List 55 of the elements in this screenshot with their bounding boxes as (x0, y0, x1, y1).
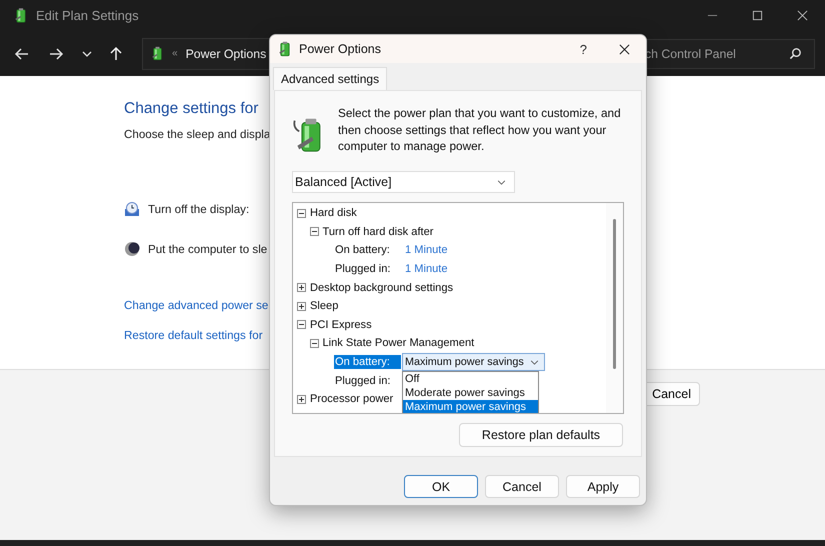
battery-plug-icon (278, 40, 292, 58)
tree-item[interactable]: Link State Power Management (322, 336, 476, 350)
breadcrumb-item[interactable]: Power Options (186, 46, 266, 60)
dialog-button[interactable]: OK (404, 475, 478, 498)
monitor-clock-icon (124, 201, 140, 217)
dropdown-option[interactable]: Moderate power savings (403, 386, 538, 400)
help-button[interactable]: ? (576, 42, 591, 56)
collapse-icon[interactable] (297, 208, 306, 218)
chevron-down-icon (530, 360, 539, 365)
expand-icon[interactable] (297, 283, 306, 292)
dropdown-option[interactable]: Maximum power savings (403, 400, 538, 413)
plan-dropdown[interactable]: Balanced [Active] (292, 171, 515, 193)
window-title: Edit Plan Settings (36, 8, 139, 23)
instruction-text: Select the power plan that you want to customize, and then choose settings that reflect how you want your computer to manage power. (338, 105, 622, 155)
setting-label: Put the computer to sle (148, 242, 268, 256)
page-subtitle: Choose the sleep and displa (124, 128, 270, 141)
up-arrow-icon[interactable] (108, 46, 124, 62)
tree-item[interactable]: Hard disk (309, 206, 358, 220)
tab[interactable]: Advanced settings (273, 67, 388, 90)
scrollbar[interactable] (606, 203, 623, 413)
setting-label: Turn off the display: (148, 202, 250, 216)
collapse-icon[interactable] (297, 320, 306, 330)
battery-plug-icon (14, 6, 28, 24)
tree-item[interactable]: PCI Express (309, 318, 373, 332)
dialog-button[interactable]: Apply (566, 475, 640, 498)
search-icon (789, 47, 802, 60)
link[interactable]: Change advanced power se (124, 299, 268, 312)
collapse-icon[interactable] (310, 227, 318, 236)
battery-plug-icon (151, 46, 164, 62)
back-arrow-icon[interactable] (14, 46, 30, 62)
restore-defaults-button[interactable]: Restore plan defaults (459, 423, 623, 447)
setting-label[interactable]: On battery: (334, 355, 401, 370)
close-icon[interactable] (619, 44, 630, 54)
setting-value[interactable]: 1 Minute (405, 244, 448, 256)
value-dropdown[interactable]: Maximum power savings (402, 353, 545, 372)
tree-item[interactable]: Desktop background settings (309, 280, 454, 295)
collapse-icon[interactable] (310, 338, 318, 348)
tree-item[interactable]: Sleep (309, 299, 340, 314)
setting-label[interactable]: Plugged in: (334, 262, 401, 276)
link[interactable]: Restore default settings for (124, 329, 263, 342)
page-heading: Change settings for (124, 100, 258, 118)
moon-icon (124, 241, 140, 257)
dialog-button[interactable]: Cancel (485, 475, 559, 498)
setting-label[interactable]: On battery: (334, 243, 401, 258)
setting-label[interactable]: Plugged in: (334, 374, 401, 388)
breadcrumb-separator: « (172, 48, 178, 59)
expand-icon[interactable] (297, 394, 306, 404)
chevron-down-icon[interactable] (82, 50, 92, 56)
tree-item[interactable]: Turn off hard disk after (322, 224, 434, 239)
chevron-down-icon (497, 180, 506, 184)
setting-value[interactable]: 1 Minute (405, 263, 448, 276)
expand-icon[interactable] (297, 302, 306, 311)
dropdown-option[interactable]: Off (403, 372, 538, 386)
tree-item[interactable]: Processor power (309, 392, 394, 406)
forward-arrow-icon[interactable] (48, 46, 64, 62)
